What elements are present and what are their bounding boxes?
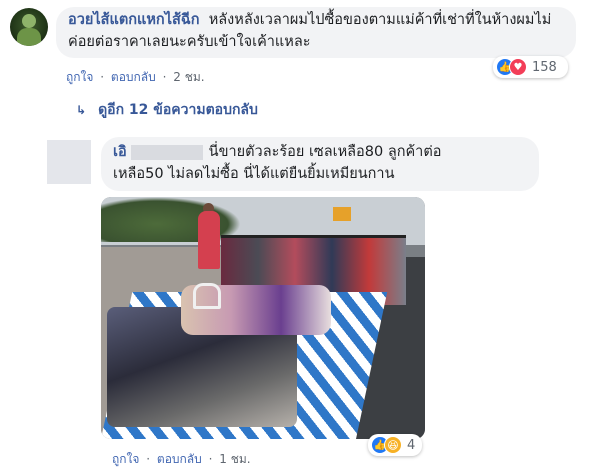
love-icon: ♥	[509, 58, 527, 76]
commenter-avatar[interactable]	[10, 8, 48, 46]
comment-actions: ถูกใจ · ตอบกลับ · 2 ชม.	[66, 68, 205, 87]
separator-dot: ·	[162, 70, 167, 84]
photo-trees	[101, 197, 241, 242]
reply-bubble: เอิ นี่ขายตัวละร้อย เซลเหลือ80 ลูกค้าต่อ …	[101, 137, 539, 191]
photo-chair	[193, 283, 221, 309]
comment-bubble: อวยไส้แตกแหกไส้ฉีก หลังหลังเวลาผมไปซื้อข…	[56, 7, 576, 58]
comment-author-link[interactable]: อวยไส้แตกแหกไส้ฉีก	[68, 12, 200, 28]
comment-timestamp[interactable]: 2 ชม.	[173, 70, 204, 84]
separator-dot: ·	[146, 452, 151, 466]
reply-author-link[interactable]: เอิ	[113, 144, 209, 160]
separator-dot: ·	[208, 452, 213, 466]
reaction-count: 158	[532, 59, 557, 75]
reply-reply-button[interactable]: ตอบกลับ	[157, 452, 202, 466]
avatar-figure-head	[22, 14, 36, 28]
reply-reactions[interactable]: 👍 😆 4	[368, 434, 422, 456]
reply-text-line2: เหลือ50 ไม่ลดไม่ซื้อ นี่ได้แต่ยืนยิ้มเหม…	[113, 166, 395, 182]
view-more-replies-link[interactable]: ↳ ดูอีก 12 ข้อความตอบกลับ	[76, 99, 258, 121]
photo-person	[198, 211, 220, 269]
photo-sign	[333, 207, 351, 221]
reply-text-line1: นี่ขายตัวละร้อย เซลเหลือ80 ลูกค้าต่อ	[208, 144, 442, 160]
reply-avatar[interactable]	[47, 140, 91, 184]
reply-button[interactable]: ตอบกลับ	[111, 70, 156, 84]
reaction-count: 4	[407, 437, 416, 453]
reply-photo[interactable]	[101, 197, 425, 439]
reply-timestamp[interactable]: 1 ชม.	[219, 452, 250, 466]
avatar-figure-body	[17, 28, 41, 46]
like-button[interactable]: ถูกใจ	[66, 70, 93, 84]
reply-author-name: เอิ	[113, 144, 127, 160]
comment-reactions[interactable]: 👍 ♥ 158	[493, 56, 568, 78]
reply-actions: ถูกใจ · ตอบกลับ · 1 ชม.	[112, 450, 251, 469]
reply-like-button[interactable]: ถูกใจ	[112, 452, 139, 466]
view-more-replies-label: ดูอีก 12 ข้อความตอบกลับ	[98, 102, 258, 118]
haha-icon: 😆	[384, 436, 402, 454]
blurred-name	[130, 144, 203, 160]
reply-arrow-icon: ↳	[76, 103, 87, 117]
separator-dot: ·	[100, 70, 105, 84]
